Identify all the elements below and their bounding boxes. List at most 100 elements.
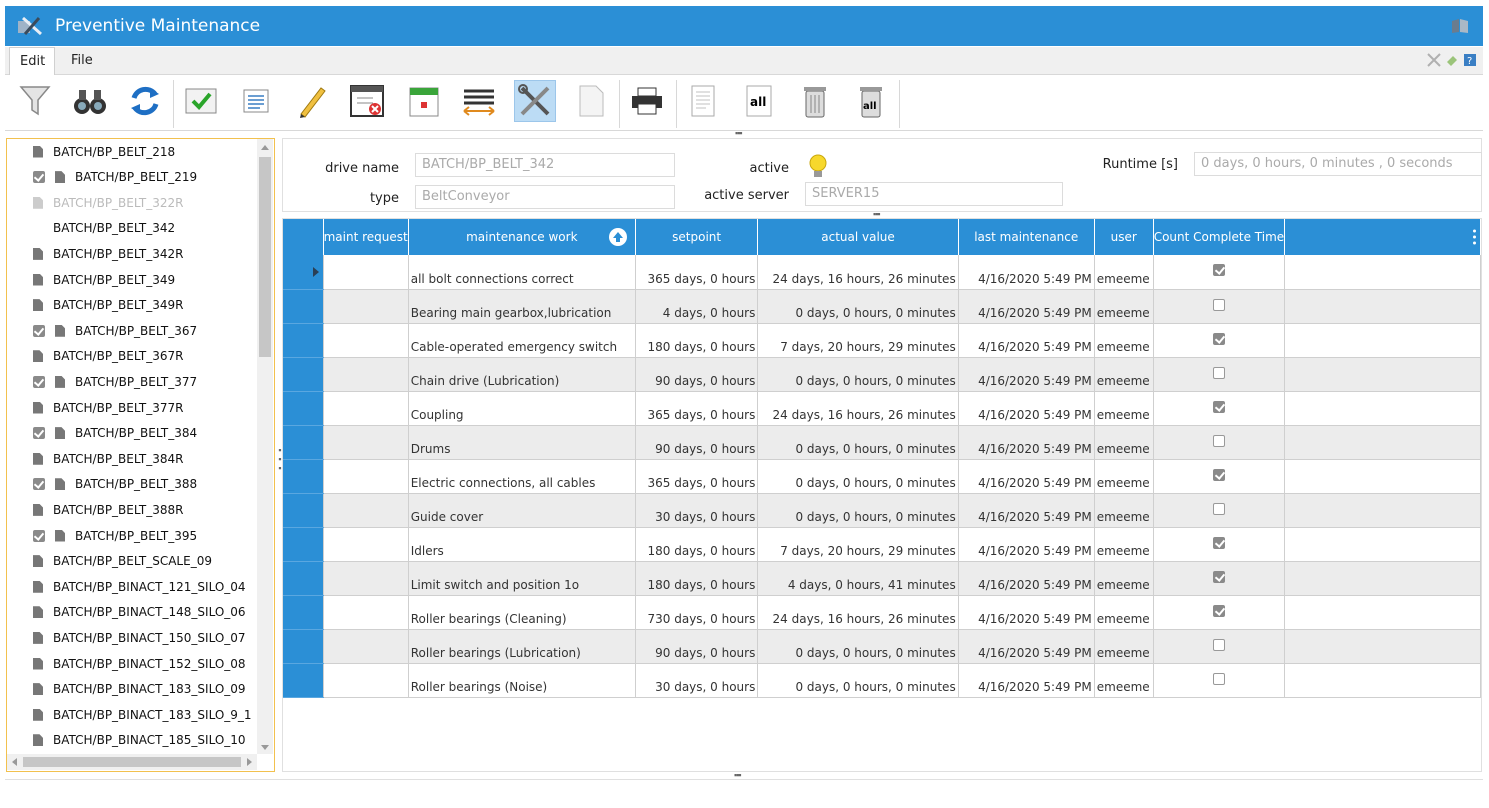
setpoint-cell[interactable]: 180 days, 0 hours xyxy=(635,527,759,562)
user-cell[interactable]: emeeme xyxy=(1094,629,1154,664)
menu-edit[interactable]: Edit xyxy=(9,47,55,75)
count-complete-time-cell[interactable] xyxy=(1153,663,1286,698)
checkbox-unchecked[interactable] xyxy=(1212,502,1225,515)
count-complete-time-cell[interactable] xyxy=(1153,391,1286,426)
checkbox-unchecked[interactable] xyxy=(1212,638,1225,651)
table-row[interactable]: Roller bearings (Cleaning) 730 days, 0 ho… xyxy=(283,595,1481,630)
tree-vertical-scrollbar[interactable] xyxy=(257,139,273,754)
tree-item[interactable]: BATCH/BP_BELT_367R xyxy=(7,344,257,369)
maint-request-cell[interactable] xyxy=(323,255,409,290)
maint-request-cell[interactable] xyxy=(323,425,409,460)
actual-value-cell[interactable]: 0 days, 0 hours, 0 minutes xyxy=(757,493,959,528)
checkbox-checked-icon[interactable] xyxy=(33,478,45,491)
user-cell[interactable]: emeeme xyxy=(1094,425,1154,460)
runtime-field[interactable]: 0 days, 0 hours, 0 minutes , 0 seconds xyxy=(1194,152,1482,176)
count-complete-time-cell[interactable] xyxy=(1153,629,1286,664)
actual-value-cell[interactable]: 0 days, 0 hours, 0 minutes xyxy=(757,663,959,698)
actual-value-cell[interactable]: 0 days, 0 hours, 0 minutes xyxy=(757,289,959,324)
checkbox-checked-icon[interactable] xyxy=(33,375,45,388)
actual-value-cell[interactable]: 24 days, 16 hours, 26 minutes xyxy=(757,391,959,426)
checkbox-unchecked[interactable] xyxy=(1212,672,1225,685)
checkbox-checked-icon[interactable] xyxy=(33,324,45,337)
row-selector[interactable] xyxy=(283,527,324,562)
tree-item[interactable]: BATCH/BP_BELT_388 xyxy=(7,472,257,497)
report-icon[interactable] xyxy=(682,80,724,122)
maint-request-cell[interactable] xyxy=(323,527,409,562)
checkbox-checked-icon[interactable] xyxy=(33,171,45,184)
maintenance-work-cell[interactable]: Idlers xyxy=(408,527,636,562)
tree-item[interactable]: BATCH/BP_BELT_349 xyxy=(7,267,257,292)
maintenance-work-cell[interactable]: Coupling xyxy=(408,391,636,426)
maintenance-work-cell[interactable]: Chain drive (Lubrication) xyxy=(408,357,636,392)
row-selector[interactable] xyxy=(283,391,324,426)
count-complete-time-cell[interactable] xyxy=(1153,561,1286,596)
checkbox-checked[interactable] xyxy=(1212,468,1225,481)
actual-value-cell[interactable]: 0 days, 0 hours, 0 minutes xyxy=(757,425,959,460)
active-server-field[interactable]: SERVER15 xyxy=(805,182,1063,206)
row-selector[interactable] xyxy=(283,663,324,698)
book-help-icon[interactable] xyxy=(1451,18,1469,34)
last-maintenance-cell[interactable]: 4/16/2020 5:49 PM xyxy=(958,255,1095,290)
tree-item[interactable]: BATCH/BP_BELT_SCALE_09 xyxy=(7,549,257,574)
maintenance-work-cell[interactable]: Roller bearings (Lubrication) xyxy=(408,629,636,664)
scroll-thumb[interactable] xyxy=(259,157,271,357)
scroll-thumb-horizontal[interactable] xyxy=(23,757,241,767)
tools-icon[interactable] xyxy=(514,80,556,122)
pencil-icon[interactable] xyxy=(290,80,332,122)
tree-item[interactable]: BATCH/BP_BELT_322R xyxy=(7,190,257,215)
maintenance-work-cell[interactable]: Roller bearings (Cleaning) xyxy=(408,595,636,630)
actual-value-cell[interactable]: 0 days, 0 hours, 0 minutes xyxy=(757,459,959,494)
table-row[interactable]: Limit switch and position 1o 180 days, 0 … xyxy=(283,561,1481,596)
header-actual-value[interactable]: actual value xyxy=(757,219,959,255)
maintenance-work-cell[interactable]: Bearing main gearbox,lubrication xyxy=(408,289,636,324)
user-cell[interactable]: emeeme xyxy=(1094,595,1154,630)
tree-item[interactable]: BATCH/BP_BELT_349R xyxy=(7,293,257,318)
tools-small-icon[interactable] xyxy=(1427,53,1441,67)
tree-item[interactable]: BATCH/BP_BELT_342 xyxy=(7,216,257,241)
checkbox-checked[interactable] xyxy=(1212,570,1225,583)
last-maintenance-cell[interactable]: 4/16/2020 5:49 PM xyxy=(958,629,1095,664)
setpoint-cell[interactable]: 30 days, 0 hours xyxy=(635,663,759,698)
count-complete-time-cell[interactable] xyxy=(1153,493,1286,528)
sort-ascending-icon[interactable] xyxy=(608,228,627,246)
scroll-down-icon[interactable] xyxy=(261,745,269,750)
actual-value-cell[interactable]: 24 days, 16 hours, 26 minutes xyxy=(757,595,959,630)
binoculars-icon[interactable] xyxy=(69,80,111,122)
user-cell[interactable]: emeeme xyxy=(1094,561,1154,596)
tree-item[interactable]: BATCH/BP_BINACT_152_SILO_08 xyxy=(7,651,257,676)
user-cell[interactable]: emeeme xyxy=(1094,289,1154,324)
count-complete-time-cell[interactable] xyxy=(1153,595,1286,630)
maintenance-work-cell[interactable]: Cable-operated emergency switch xyxy=(408,323,636,358)
tree-item[interactable]: BATCH/BP_BINACT_185_SILO_10 xyxy=(7,728,257,753)
scroll-left-icon[interactable] xyxy=(12,758,17,766)
menu-file[interactable]: File xyxy=(61,47,103,75)
setpoint-cell[interactable]: 180 days, 0 hours xyxy=(635,323,759,358)
row-selector[interactable] xyxy=(283,561,324,596)
printer-icon[interactable] xyxy=(626,80,668,122)
tree-item[interactable]: BATCH/BP_BELT_367 xyxy=(7,318,257,343)
maint-request-cell[interactable] xyxy=(323,391,409,426)
row-selector[interactable] xyxy=(283,323,324,358)
delete-window-icon[interactable] xyxy=(346,80,388,122)
user-cell[interactable]: emeeme xyxy=(1094,459,1154,494)
scroll-right-icon[interactable] xyxy=(247,758,252,766)
checkbox-checked-icon[interactable] xyxy=(33,529,45,542)
actual-value-cell[interactable]: 4 days, 0 hours, 41 minutes xyxy=(757,561,959,596)
table-row[interactable]: Cable-operated emergency switch 180 days,… xyxy=(283,323,1481,358)
tree-item[interactable]: BATCH/BP_BELT_219 xyxy=(7,165,257,190)
tree-item[interactable]: BATCH/BP_BELT_395 xyxy=(7,523,257,548)
setpoint-cell[interactable]: 90 days, 0 hours xyxy=(635,357,759,392)
eraser-icon[interactable] xyxy=(1445,53,1459,67)
last-maintenance-cell[interactable]: 4/16/2020 5:49 PM xyxy=(958,493,1095,528)
setpoint-cell[interactable]: 30 days, 0 hours xyxy=(635,493,759,528)
checkbox-unchecked[interactable] xyxy=(1212,366,1225,379)
maintenance-work-cell[interactable]: Guide cover xyxy=(408,493,636,528)
table-row[interactable]: Idlers 180 days, 0 hours 7 days, 20 hours,… xyxy=(283,527,1481,562)
all-icon[interactable]: all xyxy=(738,80,780,122)
approve-icon[interactable] xyxy=(180,80,222,122)
maintenance-work-cell[interactable]: Limit switch and position 1o xyxy=(408,561,636,596)
tree-item[interactable]: BATCH/BP_BINACT_183_SILO_9_1 xyxy=(7,702,257,727)
lines-icon[interactable] xyxy=(458,80,500,122)
refresh-icon[interactable] xyxy=(124,80,166,122)
row-selector[interactable] xyxy=(283,629,324,664)
